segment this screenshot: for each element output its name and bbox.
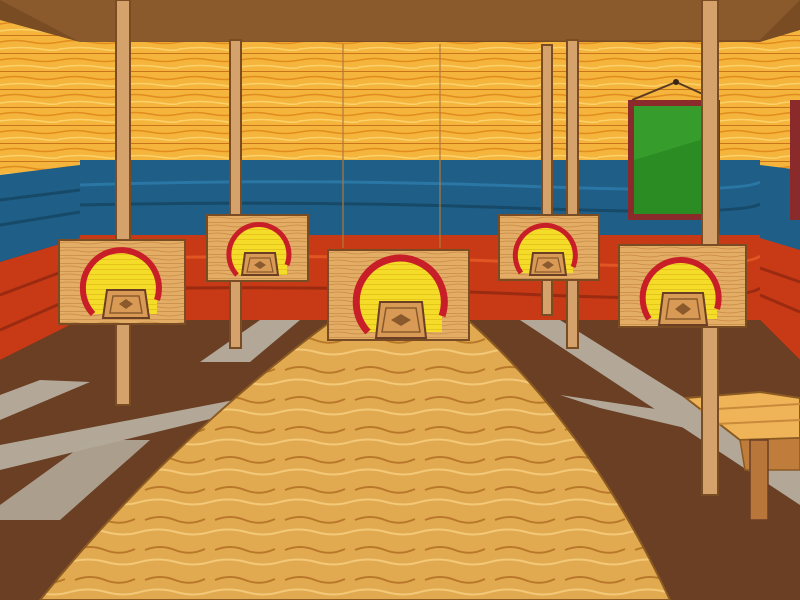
target-1[interactable] (58, 239, 186, 325)
game-scene (0, 0, 800, 600)
target-5[interactable] (618, 244, 747, 328)
target-3[interactable] (327, 249, 470, 341)
target-2[interactable] (206, 214, 309, 282)
target-4[interactable] (498, 214, 600, 281)
